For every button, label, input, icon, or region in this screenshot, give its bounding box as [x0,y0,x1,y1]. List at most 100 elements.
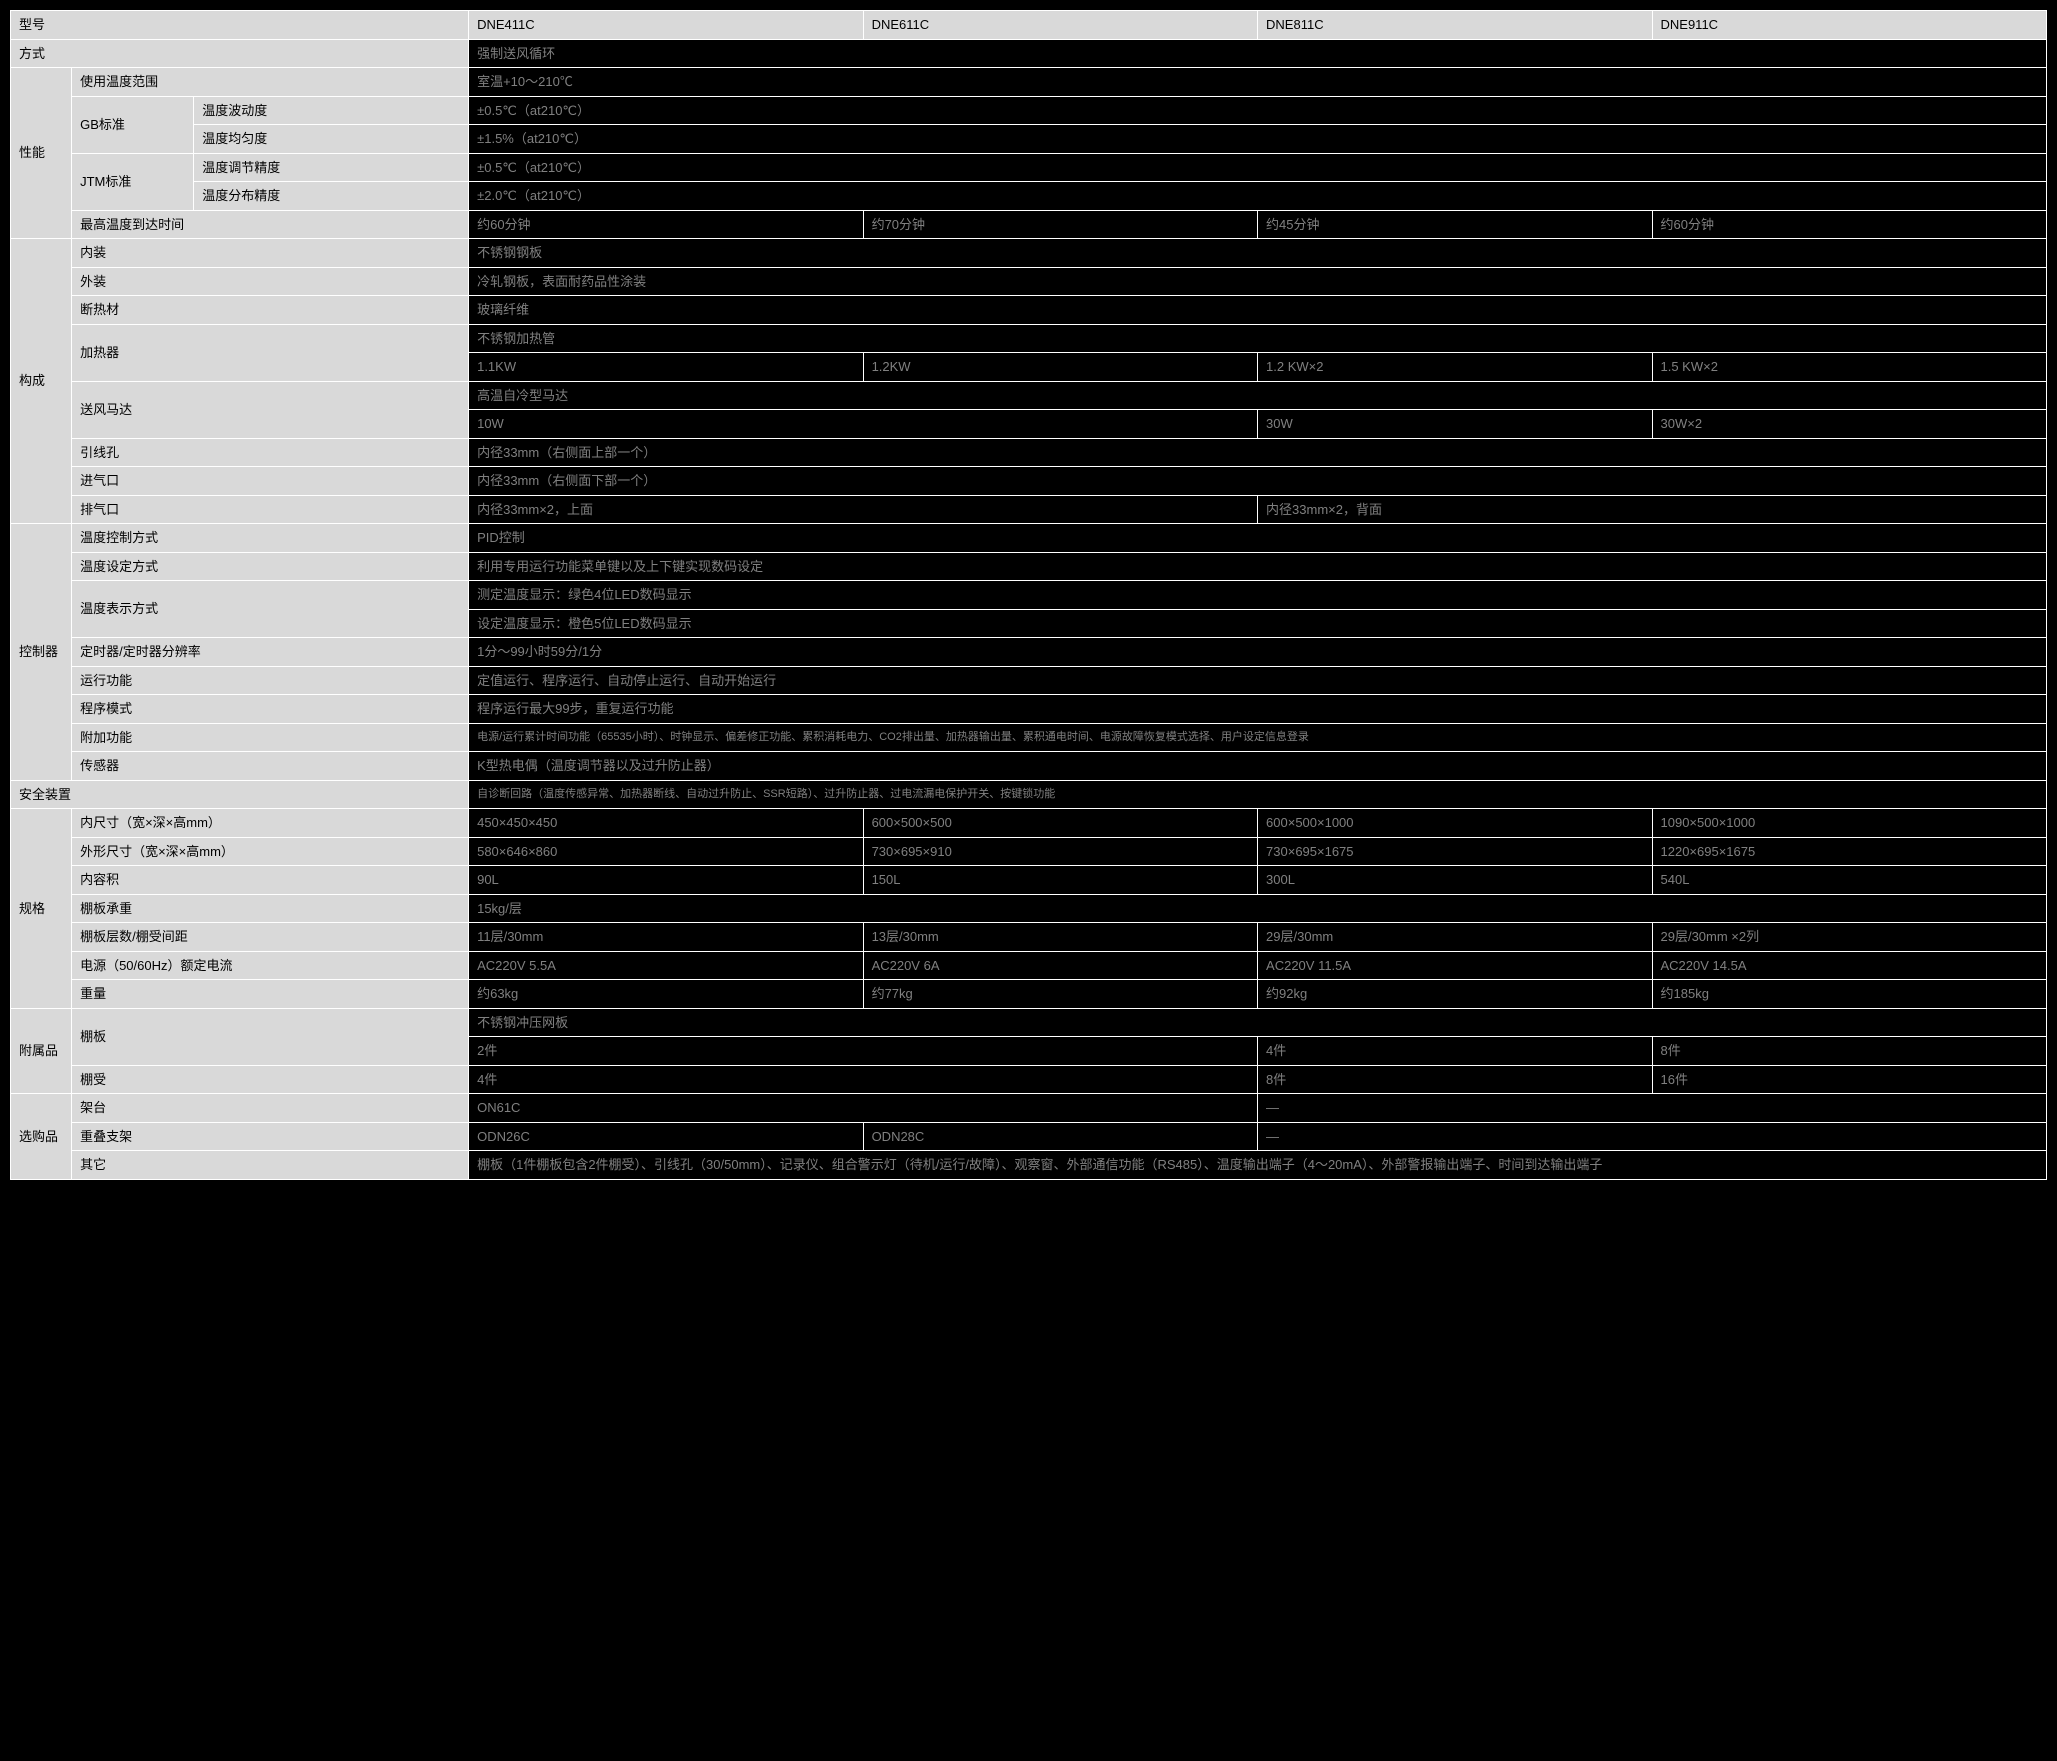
struct-group: 构成 [11,239,72,524]
holder-v3: 8件 [1258,1065,1652,1094]
heater-v3: 1.2 KW×2 [1258,353,1652,382]
gb-label: GB标准 [72,96,194,153]
spec-table: 型号 DNE411C DNE611C DNE811C DNE911C 方式 强制… [10,10,2047,1180]
stand-v12: ON61C [469,1094,1258,1123]
spec-inner-v4: 1090×500×1000 [1652,809,2047,838]
spec-outer-v4: 1220×695×1675 [1652,837,2047,866]
sensor-value: K型热电偶（温度调节器以及过升防止器） [469,752,2047,781]
gb-unif-label: 温度均匀度 [194,125,469,154]
inner-value: 不锈钢钢板 [469,239,2047,268]
method-value: 强制送风循环 [469,39,2047,68]
temp-range-label: 使用温度范围 [72,68,469,97]
ctrl-group: 控制器 [11,524,72,781]
prog-value: 程序运行最大99步，重复运行功能 [469,695,2047,724]
sensor-label: 传感器 [72,752,469,781]
spec-outer-v1: 580×646×860 [469,837,863,866]
spec-layers-v2: 13层/30mm [863,923,1257,952]
holder-label: 棚受 [72,1065,469,1094]
other-label: 其它 [72,1151,469,1180]
reach-label: 最高温度到达时间 [72,210,469,239]
heater-v2: 1.2KW [863,353,1257,382]
stack-label: 重叠支架 [72,1122,469,1151]
opt-group: 选购品 [11,1094,72,1180]
tdisp-label: 温度表示方式 [72,581,469,638]
acc-group: 附属品 [11,1008,72,1094]
stack-v2: ODN28C [863,1122,1257,1151]
fan-v4: 30W×2 [1652,410,2047,439]
spec-layers-v4: 29层/30mm ×2列 [1652,923,2047,952]
spec-outer-v2: 730×695×910 [863,837,1257,866]
fan-v12: 10W [469,410,1258,439]
spec-vol-v3: 300L [1258,866,1652,895]
method-label: 方式 [11,39,469,68]
jtm-adj-label: 温度调节精度 [194,153,469,182]
fan-top: 高温自冷型马达 [469,381,2047,410]
exhaust-label: 排气口 [72,495,469,524]
spec-weight-v3: 约92kg [1258,980,1652,1009]
spec-layers-v3: 29层/30mm [1258,923,1652,952]
heater-v4: 1.5 KW×2 [1652,353,2047,382]
other-value: 棚板（1件棚板包含2件棚受）、引线孔（30/50mm）、记录仪、组合警示灯（待机… [469,1151,2047,1180]
timer-label: 定时器/定时器分辨率 [72,638,469,667]
extra-label: 附加功能 [72,723,469,752]
spec-inner-v1: 450×450×450 [469,809,863,838]
tcmode-label: 温度控制方式 [72,524,469,553]
fan-label: 送风马达 [72,381,469,438]
spec-inner-label: 内尺寸（宽×深×高mm） [72,809,469,838]
insul-value: 玻璃纤维 [469,296,2047,325]
shelf-v4: 8件 [1652,1037,2047,1066]
spec-vol-v4: 540L [1652,866,2047,895]
spec-outer-label: 外形尺寸（宽×深×高mm） [72,837,469,866]
jtm-dist-value: ±2.0℃（at210℃） [469,182,2047,211]
spec-load-value: 15kg/层 [469,894,2047,923]
spec-power-label: 电源（50/60Hz）额定电流 [72,951,469,980]
gb-fluct-label: 温度波动度 [194,96,469,125]
tset-value: 利用专用运行功能菜单键以及上下键实现数码设定 [469,552,2047,581]
spec-load-label: 棚板承重 [72,894,469,923]
exhaust-v12: 内径33mm×2，上面 [469,495,1258,524]
spec-power-v1: AC220V 5.5A [469,951,863,980]
spec-weight-label: 重量 [72,980,469,1009]
spec-inner-v3: 600×500×1000 [1258,809,1652,838]
shelf-v3: 4件 [1258,1037,1652,1066]
run-value: 定值运行、程序运行、自动停止运行、自动开始运行 [469,666,2047,695]
intake-value: 内径33mm（右侧面下部一个） [469,467,2047,496]
spec-weight-v4: 约185kg [1652,980,2047,1009]
heater-v1: 1.1KW [469,353,863,382]
outer-value: 冷轧钢板，表面耐药品性涂装 [469,267,2047,296]
run-label: 运行功能 [72,666,469,695]
timer-value: 1分～99小时59分/1分 [469,638,2047,667]
shelf-label: 棚板 [72,1008,469,1065]
fan-v3: 30W [1258,410,1652,439]
model-2: DNE611C [863,11,1257,40]
inner-label: 内装 [72,239,469,268]
spec-power-v3: AC220V 11.5A [1258,951,1652,980]
jtm-label: JTM标准 [72,153,194,210]
tset-label: 温度设定方式 [72,552,469,581]
spec-inner-v2: 600×500×500 [863,809,1257,838]
reach-v2: 约70分钟 [863,210,1257,239]
reach-v4: 约60分钟 [1652,210,2047,239]
reach-v1: 约60分钟 [469,210,863,239]
reach-v3: 约45分钟 [1258,210,1652,239]
heater-label: 加热器 [72,324,469,381]
cable-value: 内径33mm（右侧面上部一个） [469,438,2047,467]
insul-label: 断热材 [72,296,469,325]
jtm-dist-label: 温度分布精度 [194,182,469,211]
spec-vol-v1: 90L [469,866,863,895]
spec-vol-label: 内容积 [72,866,469,895]
spec-weight-v2: 约77kg [863,980,1257,1009]
tcmode-value: PID控制 [469,524,2047,553]
spec-layers-v1: 11层/30mm [469,923,863,952]
stack-v1: ODN26C [469,1122,863,1151]
shelf-v12: 2件 [469,1037,1258,1066]
gb-fluct-value: ±0.5℃（at210℃） [469,96,2047,125]
stand-label: 架台 [72,1094,469,1123]
heater-top: 不锈钢加热管 [469,324,2047,353]
model-4: DNE911C [1652,11,2047,40]
model-3: DNE811C [1258,11,1652,40]
outer-label: 外装 [72,267,469,296]
tdisp-r2: 设定温度显示：橙色5位LED数码显示 [469,609,2047,638]
spec-layers-label: 棚板层数/棚受间距 [72,923,469,952]
spec-power-v2: AC220V 6A [863,951,1257,980]
